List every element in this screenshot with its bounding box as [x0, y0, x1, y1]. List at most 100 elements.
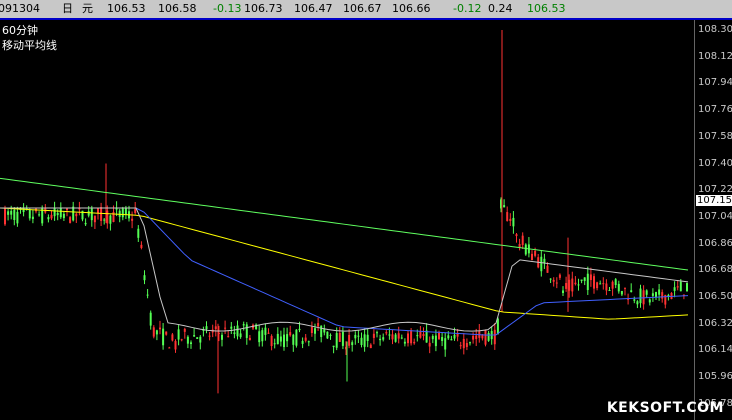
candle	[47, 214, 50, 223]
candle	[493, 323, 496, 350]
candle	[267, 328, 270, 335]
candle	[214, 320, 217, 337]
candle	[577, 278, 580, 291]
price-tick-label: 107.94	[698, 77, 732, 89]
candle	[190, 340, 192, 349]
price-tick-label: 107.76	[698, 104, 732, 116]
candle	[304, 334, 307, 343]
candle	[131, 211, 134, 229]
candle	[338, 327, 341, 343]
candle	[655, 291, 657, 301]
candle	[586, 266, 589, 295]
candle	[69, 215, 72, 224]
candle	[171, 332, 174, 342]
candle	[478, 323, 481, 343]
candle	[62, 211, 65, 221]
indicator-label: 移动平均线	[2, 39, 57, 52]
candle	[670, 292, 673, 300]
candle	[155, 329, 158, 341]
candle	[614, 278, 617, 289]
candle	[283, 327, 285, 351]
candle	[295, 329, 298, 348]
watermark-logo: KEKSOFT.COM	[606, 400, 724, 416]
candle	[397, 326, 400, 344]
candle	[425, 323, 428, 343]
candle	[565, 276, 568, 292]
candle	[475, 328, 478, 346]
candle	[109, 214, 112, 231]
candle	[180, 338, 183, 342]
candle	[75, 212, 78, 224]
candle	[400, 334, 403, 340]
candle	[531, 250, 533, 261]
candle	[323, 324, 326, 336]
price-tick-label: 107.58	[698, 130, 732, 142]
candle	[143, 270, 146, 285]
candle	[351, 340, 354, 352]
candle	[118, 208, 121, 223]
candle	[639, 284, 642, 308]
candle	[28, 208, 31, 221]
candle	[487, 330, 490, 342]
header-last: 106.53	[527, 2, 566, 15]
candle	[484, 329, 487, 347]
candle	[608, 286, 611, 291]
price-tick-label: 107.40	[698, 157, 732, 169]
candle	[403, 338, 406, 347]
candle	[441, 332, 444, 347]
candle	[233, 325, 236, 339]
candle	[413, 338, 416, 345]
price-tick-label: 105.96	[698, 371, 732, 383]
candle	[645, 289, 648, 298]
candle	[686, 282, 688, 292]
candle	[676, 280, 679, 291]
header-price1: 106.73	[244, 2, 283, 15]
candle	[121, 206, 124, 221]
candle	[248, 334, 251, 341]
candle	[617, 280, 620, 294]
candle	[183, 327, 186, 339]
candle	[465, 338, 468, 351]
candle	[537, 253, 540, 269]
candle	[276, 327, 279, 345]
candle	[363, 328, 366, 352]
candle	[317, 317, 320, 331]
candle	[38, 211, 41, 217]
candle	[630, 283, 633, 293]
candle	[264, 323, 267, 341]
candle	[469, 341, 471, 346]
candle	[589, 267, 592, 287]
candle	[673, 281, 676, 298]
header-price2: 106.47	[294, 2, 333, 15]
header-field-unit: 元	[82, 2, 93, 15]
candle	[245, 322, 248, 345]
candle	[186, 335, 189, 349]
candle	[527, 237, 530, 258]
candle	[100, 202, 103, 227]
candle	[50, 210, 53, 221]
candle	[633, 296, 636, 304]
candle	[549, 278, 552, 284]
candle	[289, 325, 292, 337]
candlestick-chart[interactable]	[0, 20, 694, 420]
candle	[376, 330, 378, 338]
candle	[221, 332, 223, 347]
candle	[605, 279, 608, 296]
candle	[7, 208, 10, 221]
candle	[434, 329, 437, 352]
candle	[620, 290, 623, 297]
price-chart[interactable]: 60分钟 移动平均线	[0, 20, 694, 420]
candle	[444, 332, 447, 357]
header-change1: -0.13	[213, 2, 242, 15]
candle	[667, 293, 670, 301]
header-open: 106.53	[107, 2, 146, 15]
candle	[490, 326, 493, 345]
header-price4: 106.66	[392, 2, 431, 15]
candle	[459, 341, 462, 350]
candle	[279, 330, 282, 347]
candle	[431, 334, 434, 344]
candle	[261, 327, 264, 347]
candle	[193, 327, 196, 337]
candle	[84, 218, 87, 227]
candle	[341, 327, 344, 350]
